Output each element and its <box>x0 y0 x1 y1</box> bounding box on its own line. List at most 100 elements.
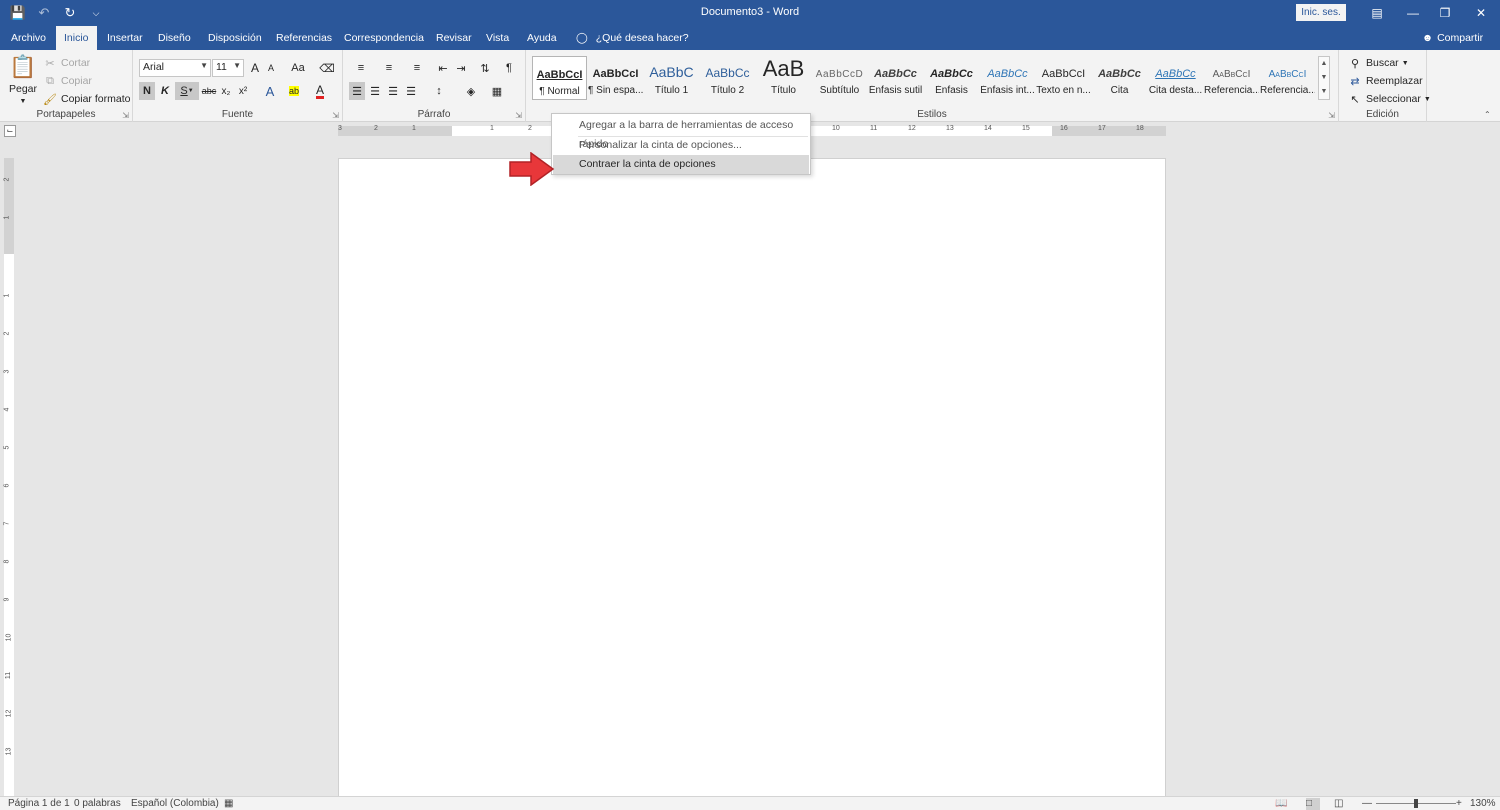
zoom-out-icon[interactable]: — <box>1362 798 1372 809</box>
multilevel-list-icon[interactable]: ≡ <box>405 59 429 77</box>
tab-revisar[interactable]: Revisar <box>430 26 478 50</box>
justify-icon[interactable]: ☰ <box>403 82 419 100</box>
change-case-button[interactable]: Aa <box>285 59 311 77</box>
align-center-icon[interactable]: ☰ <box>367 82 383 100</box>
style-preview: AaBbC <box>649 64 694 80</box>
minimize-icon[interactable]: — <box>1398 0 1428 26</box>
style-titulo[interactable]: AaB Título <box>756 56 811 100</box>
format-painter-button[interactable]: 🖌 Copiar formato <box>42 91 130 107</box>
dialog-launcher-icon[interactable]: ⇲ <box>332 111 339 120</box>
gallery-scroll[interactable]: ▲ ▼ ▼ <box>1318 56 1330 100</box>
ruler-number: 11 <box>5 671 13 680</box>
dialog-launcher-icon[interactable]: ⇲ <box>122 111 129 120</box>
decrease-indent-icon[interactable]: ⇤ <box>435 59 451 77</box>
menu-item-add-to-qat[interactable]: Agregar a la barra de herramientas de ac… <box>553 116 809 150</box>
more-styles-icon[interactable]: ▼ <box>1319 85 1329 99</box>
tab-inicio[interactable]: Inicio <box>56 26 97 50</box>
style-enfasis-intenso[interactable]: AaBbCc Énfasis int... <box>980 56 1035 100</box>
tab-selector-icon[interactable]: ⌙ <box>4 125 16 137</box>
zoom-level[interactable]: 130% <box>1470 798 1496 809</box>
zoom-thumb[interactable] <box>1414 799 1418 808</box>
style-referencia-sutil[interactable]: AaBbCcI Referencia... <box>1204 56 1259 100</box>
tell-me-search[interactable]: ◯ ¿Qué desea hacer? <box>576 26 689 50</box>
dialog-launcher-icon[interactable]: ⇲ <box>515 111 522 120</box>
document-page[interactable] <box>338 158 1166 798</box>
paste-button[interactable]: 📋 Pegar ▼ <box>8 54 38 105</box>
chevron-down-icon: ▼ <box>1423 95 1431 103</box>
font-family-combo[interactable]: Arial ▼ <box>139 59 211 77</box>
style-enfasis[interactable]: AaBbCc Énfasis <box>924 56 979 100</box>
close-icon[interactable]: ✕ <box>1466 0 1496 26</box>
accessibility-icon[interactable]: ▦ <box>224 798 233 809</box>
style-referencia-intensa[interactable]: AaBbCcI Referencia... <box>1260 56 1315 100</box>
zoom-in-icon[interactable]: + <box>1456 798 1462 809</box>
word-count[interactable]: 0 palabras <box>74 798 121 809</box>
share-button[interactable]: ☻ Compartir <box>1422 26 1483 50</box>
bold-button[interactable]: N <box>139 82 155 100</box>
tab-correspondencia[interactable]: Correspondencia <box>338 26 430 50</box>
align-right-icon[interactable]: ☰ <box>385 82 401 100</box>
web-layout-icon[interactable]: ◫ <box>1334 798 1343 809</box>
menu-item-collapse-ribbon[interactable]: Contraer la cinta de opciones <box>553 155 809 174</box>
scroll-up-icon[interactable]: ▲ <box>1319 57 1329 71</box>
replace-button[interactable]: ⇄ Reemplazar <box>1347 73 1422 89</box>
subscript-button[interactable]: x₂ <box>218 82 234 100</box>
tab-diseno[interactable]: Diseño <box>152 26 197 50</box>
style-titulo-2[interactable]: AaBbCc Título 2 <box>700 56 755 100</box>
highlight-button[interactable]: ab <box>283 82 305 100</box>
shrink-font-button[interactable]: A <box>263 59 279 77</box>
underline-label: S <box>180 85 188 97</box>
superscript-button[interactable]: x² <box>235 82 251 100</box>
restore-icon[interactable]: ❐ <box>1430 0 1460 26</box>
scroll-down-icon[interactable]: ▼ <box>1319 71 1329 85</box>
style-normal[interactable]: AaBbCcI ¶ Normal <box>532 56 587 100</box>
style-sin-espaciado[interactable]: AaBbCcI ¶ Sin espa... <box>588 56 643 100</box>
line-spacing-icon[interactable]: ↕ <box>427 82 451 100</box>
ruler-number: 2 <box>3 331 11 336</box>
strikethrough-button[interactable]: abc <box>200 82 218 100</box>
cut-button[interactable]: ✂ Cortar <box>42 55 90 71</box>
page-count[interactable]: Página 1 de 1 <box>8 798 70 809</box>
group-label-clipboard: Portapapeles <box>36 109 96 120</box>
print-layout-icon[interactable]: □ <box>1306 798 1320 810</box>
find-button[interactable]: ⚲ Buscar ▼ <box>1347 55 1409 71</box>
menu-item-customize-ribbon[interactable]: Personalizar la cinta de opciones... <box>553 136 809 155</box>
tab-ayuda[interactable]: Ayuda <box>521 26 563 50</box>
font-color-button[interactable]: A <box>309 82 331 100</box>
shading-icon[interactable]: ◈ <box>459 82 483 100</box>
grow-font-button[interactable]: A <box>247 59 263 77</box>
text-effects-button[interactable]: A <box>259 82 281 100</box>
style-texto-en-negrita[interactable]: AaBbCcI Texto en n... <box>1036 56 1091 100</box>
select-button[interactable]: ↖ Seleccionar ▼ <box>1347 91 1431 107</box>
style-cita[interactable]: AaBbCc Cita <box>1092 56 1147 100</box>
language-status[interactable]: Español (Colombia) <box>131 798 219 809</box>
clear-formatting-icon[interactable]: ⌫ <box>319 59 335 77</box>
ribbon-display-options-icon[interactable]: ▤ <box>1362 0 1392 26</box>
borders-icon[interactable]: ▦ <box>485 82 509 100</box>
read-mode-icon[interactable]: 📖 <box>1275 798 1287 809</box>
ruler-number: 8 <box>3 559 11 564</box>
font-size-combo[interactable]: 11 ▼ <box>212 59 244 77</box>
bullets-icon[interactable]: ≡ <box>349 59 373 77</box>
copy-button[interactable]: ⧉ Copiar <box>42 73 92 89</box>
style-subtitulo[interactable]: AaBbCcD Subtítulo <box>812 56 867 100</box>
title-bar: 💾 ↶ ↻ ⌵ Documento3 - Word Inic. ses. ▤ —… <box>0 0 1500 26</box>
sign-in-button[interactable]: Inic. ses. <box>1296 4 1346 21</box>
align-left-icon[interactable]: ☰ <box>349 82 365 100</box>
style-cita-destacada[interactable]: AaBbCc Cita desta... <box>1148 56 1203 100</box>
style-titulo-1[interactable]: AaBbC Título 1 <box>644 56 699 100</box>
style-enfasis-sutil[interactable]: AaBbCc Énfasis sutil <box>868 56 923 100</box>
tab-disposicion[interactable]: Disposición <box>202 26 268 50</box>
sort-icon[interactable]: ⇅ <box>477 59 493 77</box>
tab-insertar[interactable]: Insertar <box>101 26 149 50</box>
italic-button[interactable]: K <box>157 82 173 100</box>
increase-indent-icon[interactable]: ⇥ <box>453 59 469 77</box>
numbering-icon[interactable]: ≡ <box>377 59 401 77</box>
tab-vista[interactable]: Vista <box>480 26 515 50</box>
underline-button[interactable]: S ▼ <box>175 82 199 100</box>
show-marks-button[interactable]: ¶ <box>501 59 517 77</box>
collapse-ribbon-icon[interactable]: ⌃ <box>1484 110 1491 119</box>
dialog-launcher-icon[interactable]: ⇲ <box>1328 111 1335 120</box>
tab-referencias[interactable]: Referencias <box>270 26 338 50</box>
tab-archivo[interactable]: Archivo <box>5 26 52 50</box>
